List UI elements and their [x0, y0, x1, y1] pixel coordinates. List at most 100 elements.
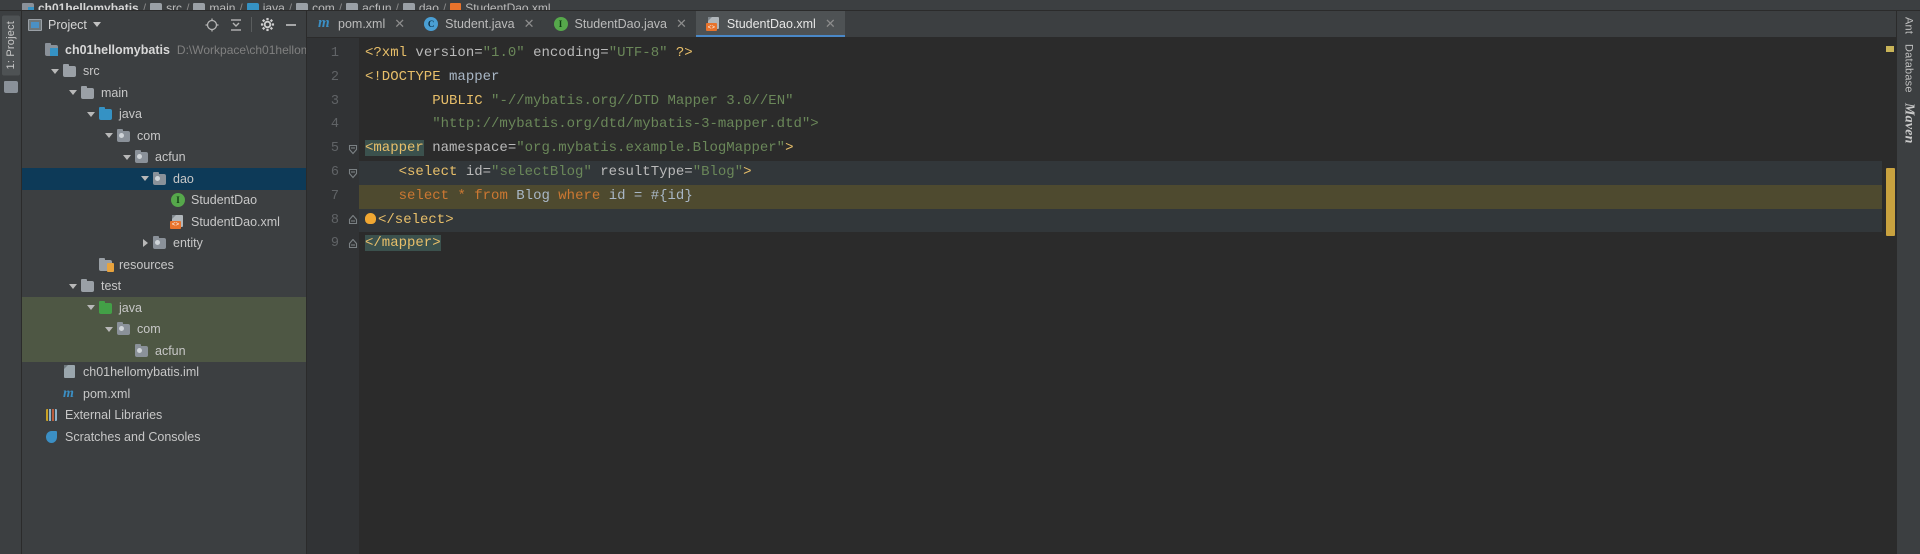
scroll-from-source-icon[interactable]	[203, 16, 221, 34]
chevron-right-icon[interactable]	[138, 239, 152, 248]
tree-node-main[interactable]: main	[22, 82, 306, 104]
breadcrumb-item-dao[interactable]: dao	[402, 1, 439, 10]
project-title-label: Project	[48, 17, 87, 32]
breadcrumb-item-ch01hellomybatis[interactable]: ch01hellomybatis	[22, 1, 139, 11]
tree-node-entity[interactable]: entity	[22, 233, 306, 255]
interface-icon	[170, 193, 186, 208]
code-token: id = #{id}	[608, 187, 693, 204]
tree-node-ch01hellomybatis[interactable]: ch01hellomybatis D:\Workpace\ch01hellomy	[22, 39, 306, 61]
hide-icon[interactable]	[282, 16, 300, 34]
tree-node-com[interactable]: com	[22, 318, 306, 340]
tree-node-test[interactable]: test	[22, 276, 306, 298]
tree-node-ch01hellomybatis-iml[interactable]: ch01hellomybatis.iml	[22, 362, 306, 384]
tree-node-studentdao[interactable]: StudentDao	[22, 190, 306, 212]
tree-node-studentdao-xml[interactable]: <> StudentDao.xml	[22, 211, 306, 233]
code-line[interactable]: <?xml version="1.0" encoding="UTF-8" ?>	[359, 42, 1882, 66]
tree-node-external-libraries[interactable]: External Libraries	[22, 405, 306, 427]
chevron-down-icon[interactable]	[84, 111, 98, 117]
tree-node-label: entity	[173, 236, 203, 251]
code-editor[interactable]: 123456789 <?xml version="1.0" encoding="…	[307, 38, 1896, 554]
breadcrumb-separator: /	[442, 1, 447, 11]
warning-stripe-mark[interactable]	[1886, 46, 1894, 52]
tool-window-button-database[interactable]: Database	[1903, 44, 1915, 93]
project-tree[interactable]: ch01hellomybatis D:\Workpace\ch01hellomy s…	[22, 38, 306, 554]
package-icon	[134, 343, 150, 358]
chevron-down-icon[interactable]	[92, 22, 101, 27]
fold-gutter[interactable]	[345, 38, 359, 554]
breadcrumb-item-java[interactable]: java	[246, 1, 285, 10]
breadcrumb-item-main[interactable]: main	[193, 1, 235, 10]
editor-tab-studentdao-xml[interactable]: <> StudentDao.xml ✕	[695, 11, 845, 37]
tree-node-src[interactable]: src	[22, 61, 306, 83]
tree-node-scratches-and-consoles[interactable]: Scratches and Consoles	[22, 426, 306, 448]
tree-node-label: resources	[119, 257, 174, 272]
code-token: namespace=	[432, 140, 517, 157]
tree-node-java[interactable]: java	[22, 104, 306, 126]
editor-tab-student-java[interactable]: Student.java ✕	[414, 11, 543, 37]
code-token: >	[785, 140, 794, 157]
code-token: <?xml	[365, 45, 408, 61]
project-title-group[interactable]: Project	[28, 18, 101, 32]
lightbulb-icon[interactable]	[365, 212, 376, 224]
fold-marker-icon[interactable]	[345, 161, 359, 185]
code-line[interactable]: </mapper>	[359, 232, 1882, 256]
tree-node-java[interactable]: java	[22, 297, 306, 319]
chevron-down-icon[interactable]	[102, 326, 116, 332]
tree-node-pom-xml[interactable]: pom.xml	[22, 383, 306, 405]
chevron-down-icon[interactable]	[120, 154, 134, 160]
chevron-down-icon[interactable]	[66, 90, 80, 96]
gear-icon[interactable]	[258, 16, 276, 34]
editor-tab-pom-xml[interactable]: pom.xml ✕	[307, 11, 414, 37]
fold-marker-icon[interactable]	[345, 232, 359, 256]
breadcrumb-item-studentdao-xml[interactable]: StudentDao.xml	[450, 1, 551, 10]
iml-file-icon	[62, 365, 78, 379]
editor-tab-label: pom.xml	[338, 17, 386, 31]
code-line[interactable]: <!DOCTYPE mapper	[359, 66, 1882, 90]
code-token: </mapper>	[365, 235, 441, 252]
chevron-down-icon[interactable]	[48, 68, 62, 74]
breadcrumb-item-acfun[interactable]: acfun	[346, 1, 392, 10]
tree-node-com[interactable]: com	[22, 125, 306, 147]
close-icon[interactable]: ✕	[825, 16, 836, 32]
tree-node-dao[interactable]: dao	[22, 168, 306, 190]
close-icon[interactable]: ✕	[676, 16, 687, 32]
code-token: PUBLIC	[432, 92, 483, 109]
vertical-scrollbar[interactable]	[1886, 168, 1895, 236]
tree-node-resources[interactable]: resources	[22, 254, 306, 276]
chevron-down-icon[interactable]	[138, 176, 152, 182]
close-icon[interactable]: ✕	[524, 16, 535, 32]
tree-node-acfun[interactable]: acfun	[22, 340, 306, 362]
tool-window-button-maven[interactable]: Maven	[1901, 103, 1917, 144]
code-line[interactable]: <mapper namespace="org.mybatis.example.B…	[359, 137, 1882, 161]
code-line[interactable]: select * from Blog where id = #{id}	[359, 184, 1882, 209]
tool-window-button-project[interactable]: 1: Project	[1, 15, 20, 76]
chevron-down-icon[interactable]	[66, 283, 80, 289]
breadcrumb-label: ch01hellomybatis	[38, 1, 139, 11]
breadcrumb-item-com[interactable]: com	[296, 1, 335, 11]
code-line[interactable]: PUBLIC "-//mybatis.org//DTD Mapper 3.0//…	[359, 90, 1882, 114]
code-line[interactable]: <select id="selectBlog" resultType="Blog…	[359, 160, 1882, 185]
code-line[interactable]: </select>	[359, 208, 1882, 233]
code-pane[interactable]: <?xml version="1.0" encoding="UTF-8" ?> <…	[359, 38, 1882, 554]
fold-marker-icon[interactable]	[345, 209, 359, 233]
fold-marker-icon[interactable]	[345, 137, 359, 161]
editor-tab-studentdao-java[interactable]: StudentDao.java ✕	[544, 11, 696, 37]
folder-icon	[62, 64, 78, 78]
tree-node-acfun[interactable]: acfun	[22, 147, 306, 169]
code-line[interactable]: "http://mybatis.org/dtd/mybatis-3-mapper…	[359, 113, 1882, 137]
tree-node-label: StudentDao.xml	[191, 214, 280, 229]
breadcrumb-label: com	[312, 1, 335, 11]
collapse-all-icon[interactable]	[227, 16, 245, 34]
breadcrumb-item-src[interactable]: src	[150, 1, 182, 10]
structure-icon[interactable]	[3, 81, 18, 94]
tree-node-label: External Libraries	[65, 408, 163, 423]
chevron-down-icon[interactable]	[102, 133, 116, 139]
tool-window-button-ant[interactable]: Ant	[1903, 17, 1915, 34]
close-icon[interactable]: ✕	[394, 16, 405, 32]
error-stripe[interactable]	[1882, 38, 1896, 554]
chevron-down-icon[interactable]	[84, 305, 98, 311]
